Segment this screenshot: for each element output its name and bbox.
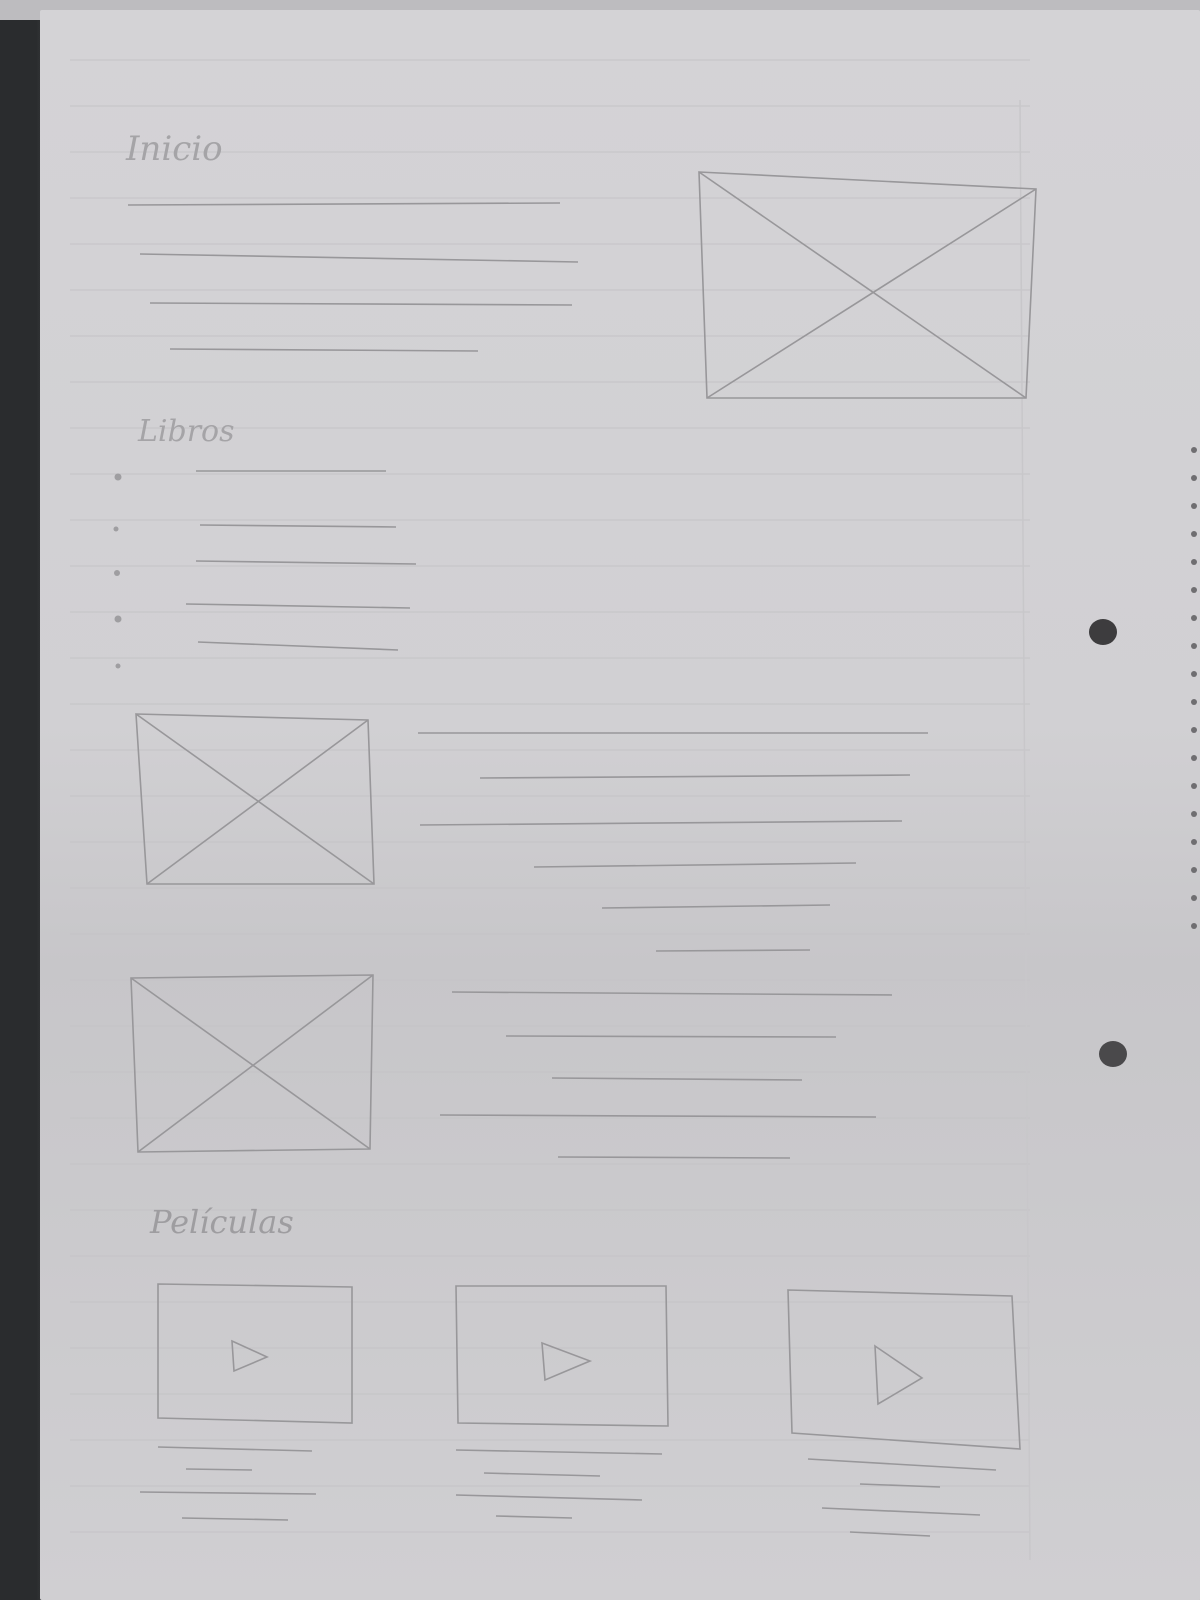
video-card (139, 1283, 353, 1521)
text-line (455, 1449, 663, 1455)
list-item-line (199, 524, 397, 528)
text-line (533, 862, 857, 868)
image-placeholder-icon (698, 171, 1037, 399)
text-line (551, 1077, 803, 1081)
text-line (849, 1531, 931, 1537)
text-line (139, 1491, 317, 1495)
text-line (139, 253, 579, 263)
text-line (181, 1517, 289, 1521)
image-placeholder-icon (135, 713, 375, 885)
play-icon (231, 1339, 269, 1373)
text-line (821, 1507, 981, 1516)
heading-peliculas: Películas (149, 1203, 294, 1241)
text-line (419, 820, 903, 826)
binder-hole (1089, 619, 1117, 645)
text-line (185, 1468, 253, 1471)
text-line (495, 1515, 573, 1519)
perforation-marks (1191, 447, 1197, 929)
text-line (127, 202, 561, 206)
bullet-icon (114, 473, 122, 481)
bullet-icon (114, 570, 120, 576)
text-line (439, 1114, 877, 1118)
text-line (505, 1035, 837, 1038)
margin-line (1019, 99, 1031, 1561)
section-inicio (127, 171, 1037, 399)
text-line (655, 949, 811, 952)
text-line (483, 1472, 601, 1477)
list-item-line (185, 603, 411, 609)
text-line (807, 1458, 997, 1471)
video-card (787, 1289, 1021, 1537)
text-line (149, 302, 573, 306)
video-card (455, 1285, 669, 1519)
ruled-lines (70, 59, 1030, 1533)
heading-inicio: Inicio (125, 129, 223, 169)
text-line (451, 991, 893, 996)
image-placeholder-icon (130, 974, 374, 1153)
binder-hole (1099, 1041, 1127, 1067)
wireframe-sketch: Inicio Libros Películas (70, 59, 1197, 1561)
bullet-list (113, 473, 122, 669)
text-line (479, 774, 911, 779)
notebook-photo: Inicio Libros Películas (0, 0, 1200, 1600)
text-line (169, 348, 479, 352)
section-peliculas (139, 1283, 1021, 1537)
bullet-icon (113, 526, 119, 532)
text-line (601, 904, 831, 909)
text-line (157, 1446, 313, 1452)
play-icon (541, 1341, 593, 1382)
bullet-icon (115, 663, 121, 669)
section-libros (113, 470, 928, 1159)
bullet-icon (114, 615, 122, 623)
text-line (455, 1494, 643, 1501)
text-line (557, 1156, 791, 1159)
list-item-line (197, 641, 399, 651)
play-icon (874, 1344, 924, 1406)
heading-libros: Libros (137, 414, 235, 449)
list-item-line (195, 560, 417, 565)
